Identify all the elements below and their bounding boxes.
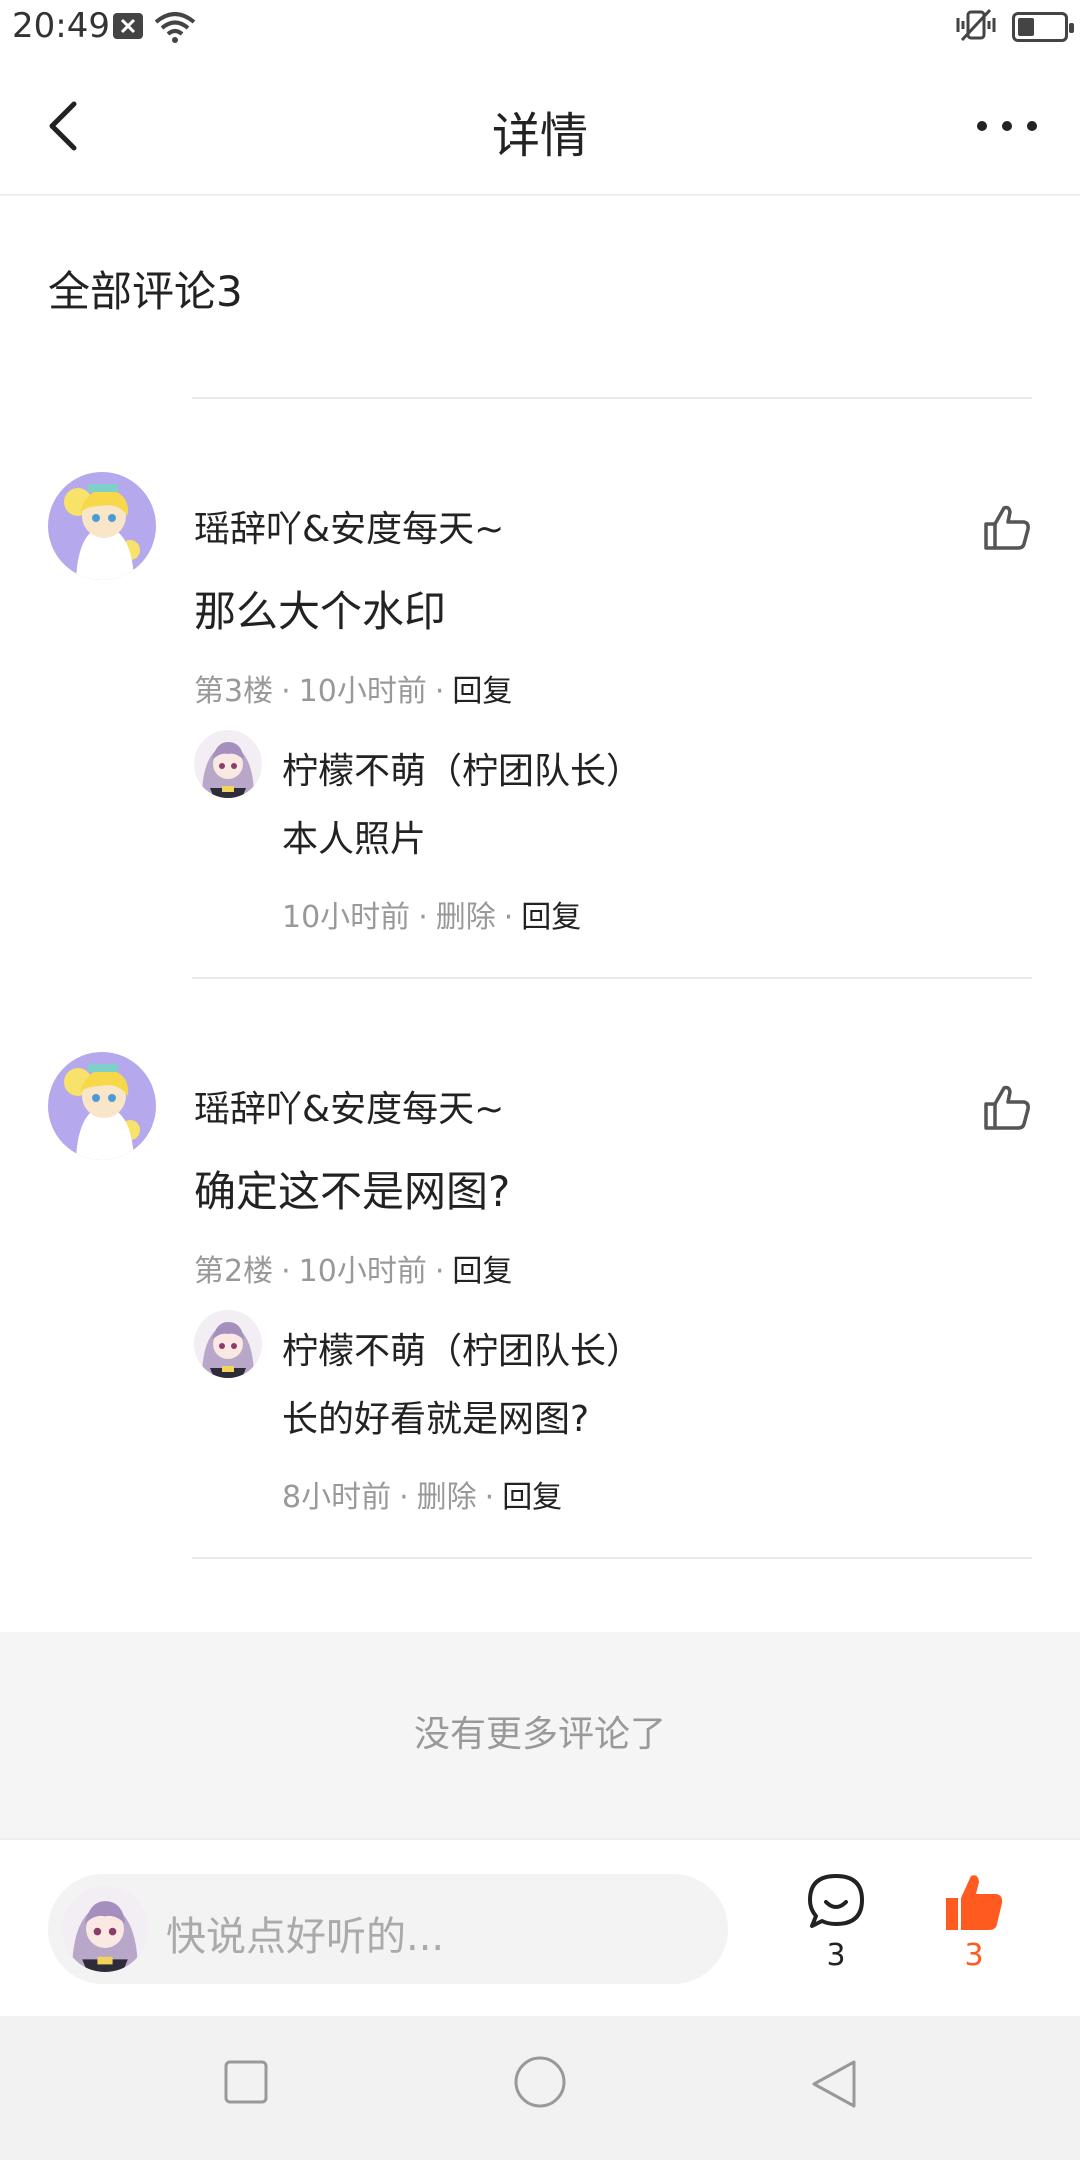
comment-meta: 第2楼 · 10小时前 · 回复 [194,1254,513,1289]
reply-button[interactable]: 回复 [502,1480,562,1515]
vibrate-mute-icon [954,8,998,46]
divider [192,977,1032,979]
back-triangle-icon[interactable] [808,2058,860,2110]
wifi-icon [154,12,196,48]
comment-content: 那么大个水印 [194,587,447,636]
avatar[interactable] [48,1052,156,1160]
my-avatar [62,1886,148,1972]
divider [192,1557,1032,1559]
page-title: 详情 [491,108,588,164]
comment-username[interactable]: 瑶辞吖&安度每天~ [194,1080,504,1132]
more-options-icon[interactable] [972,98,1042,154]
comment-meta: 第3楼 · 10小时前 · 回复 [194,674,513,709]
reply-content: 长的好看就是网图? [282,1399,590,1440]
like-count-button[interactable]: 3 [929,1870,1019,1973]
comment-content: 确定这不是网图? [194,1167,511,1216]
reply-button[interactable]: 回复 [452,1254,512,1289]
comment-input-bar: 快说点好听的... 3 3 [0,1838,1080,2016]
comment-username[interactable]: 瑶辞吖&安度每天~ [194,500,504,552]
reply-time: 10小时前 [282,900,411,935]
reply-meta: 8小时前 · 删除 · 回复 [282,1480,563,1515]
status-bar: 20:49 [0,0,1080,56]
comment-bubble-icon [808,1874,864,1928]
like-count: 3 [964,1938,984,1973]
recent-apps-icon[interactable] [222,2058,270,2106]
reply-meta: 10小时前 · 删除 · 回复 [282,900,582,935]
battery-icon [1012,12,1074,42]
reply-button[interactable]: 回复 [521,900,581,935]
reply-content: 本人照片 [282,819,427,860]
thumbs-up-icon[interactable] [982,502,1032,552]
reply-avatar[interactable] [194,1310,262,1378]
android-navigation-bar [0,2016,1080,2160]
floor-label: 第2楼 [194,1254,274,1289]
comment-input[interactable]: 快说点好听的... [48,1874,728,1984]
reply-time: 8小时前 [282,1480,392,1515]
reply-button[interactable]: 回复 [452,674,512,709]
divider [192,397,1032,399]
notification-close-icon [112,12,144,44]
comment-count-button[interactable]: 3 [791,1870,881,1973]
comment-input-placeholder: 快说点好听的... [166,1914,445,1960]
floor-label: 第3楼 [194,674,274,709]
delete-button[interactable]: 删除 [436,900,496,935]
no-more-comments: 没有更多评论了 [0,1632,1080,1838]
status-time: 20:49 [12,6,110,46]
top-nav-bar: 详情 [0,56,1080,196]
comment-count: 3 [826,1938,846,1973]
home-icon[interactable] [512,2054,568,2110]
all-comments-title: 全部评论3 [48,267,243,316]
reply-avatar[interactable] [194,730,262,798]
thumbs-up-icon[interactable] [982,1082,1032,1132]
thumbs-up-filled-icon [946,1875,1003,1930]
delete-button[interactable]: 删除 [417,1480,477,1515]
reply-username[interactable]: 柠檬不萌（柠团队长） [282,1322,642,1374]
comment-time: 10小时前 [298,674,427,709]
comment-time: 10小时前 [298,1254,427,1289]
reply-username[interactable]: 柠檬不萌（柠团队长） [282,742,642,794]
avatar[interactable] [48,472,156,580]
